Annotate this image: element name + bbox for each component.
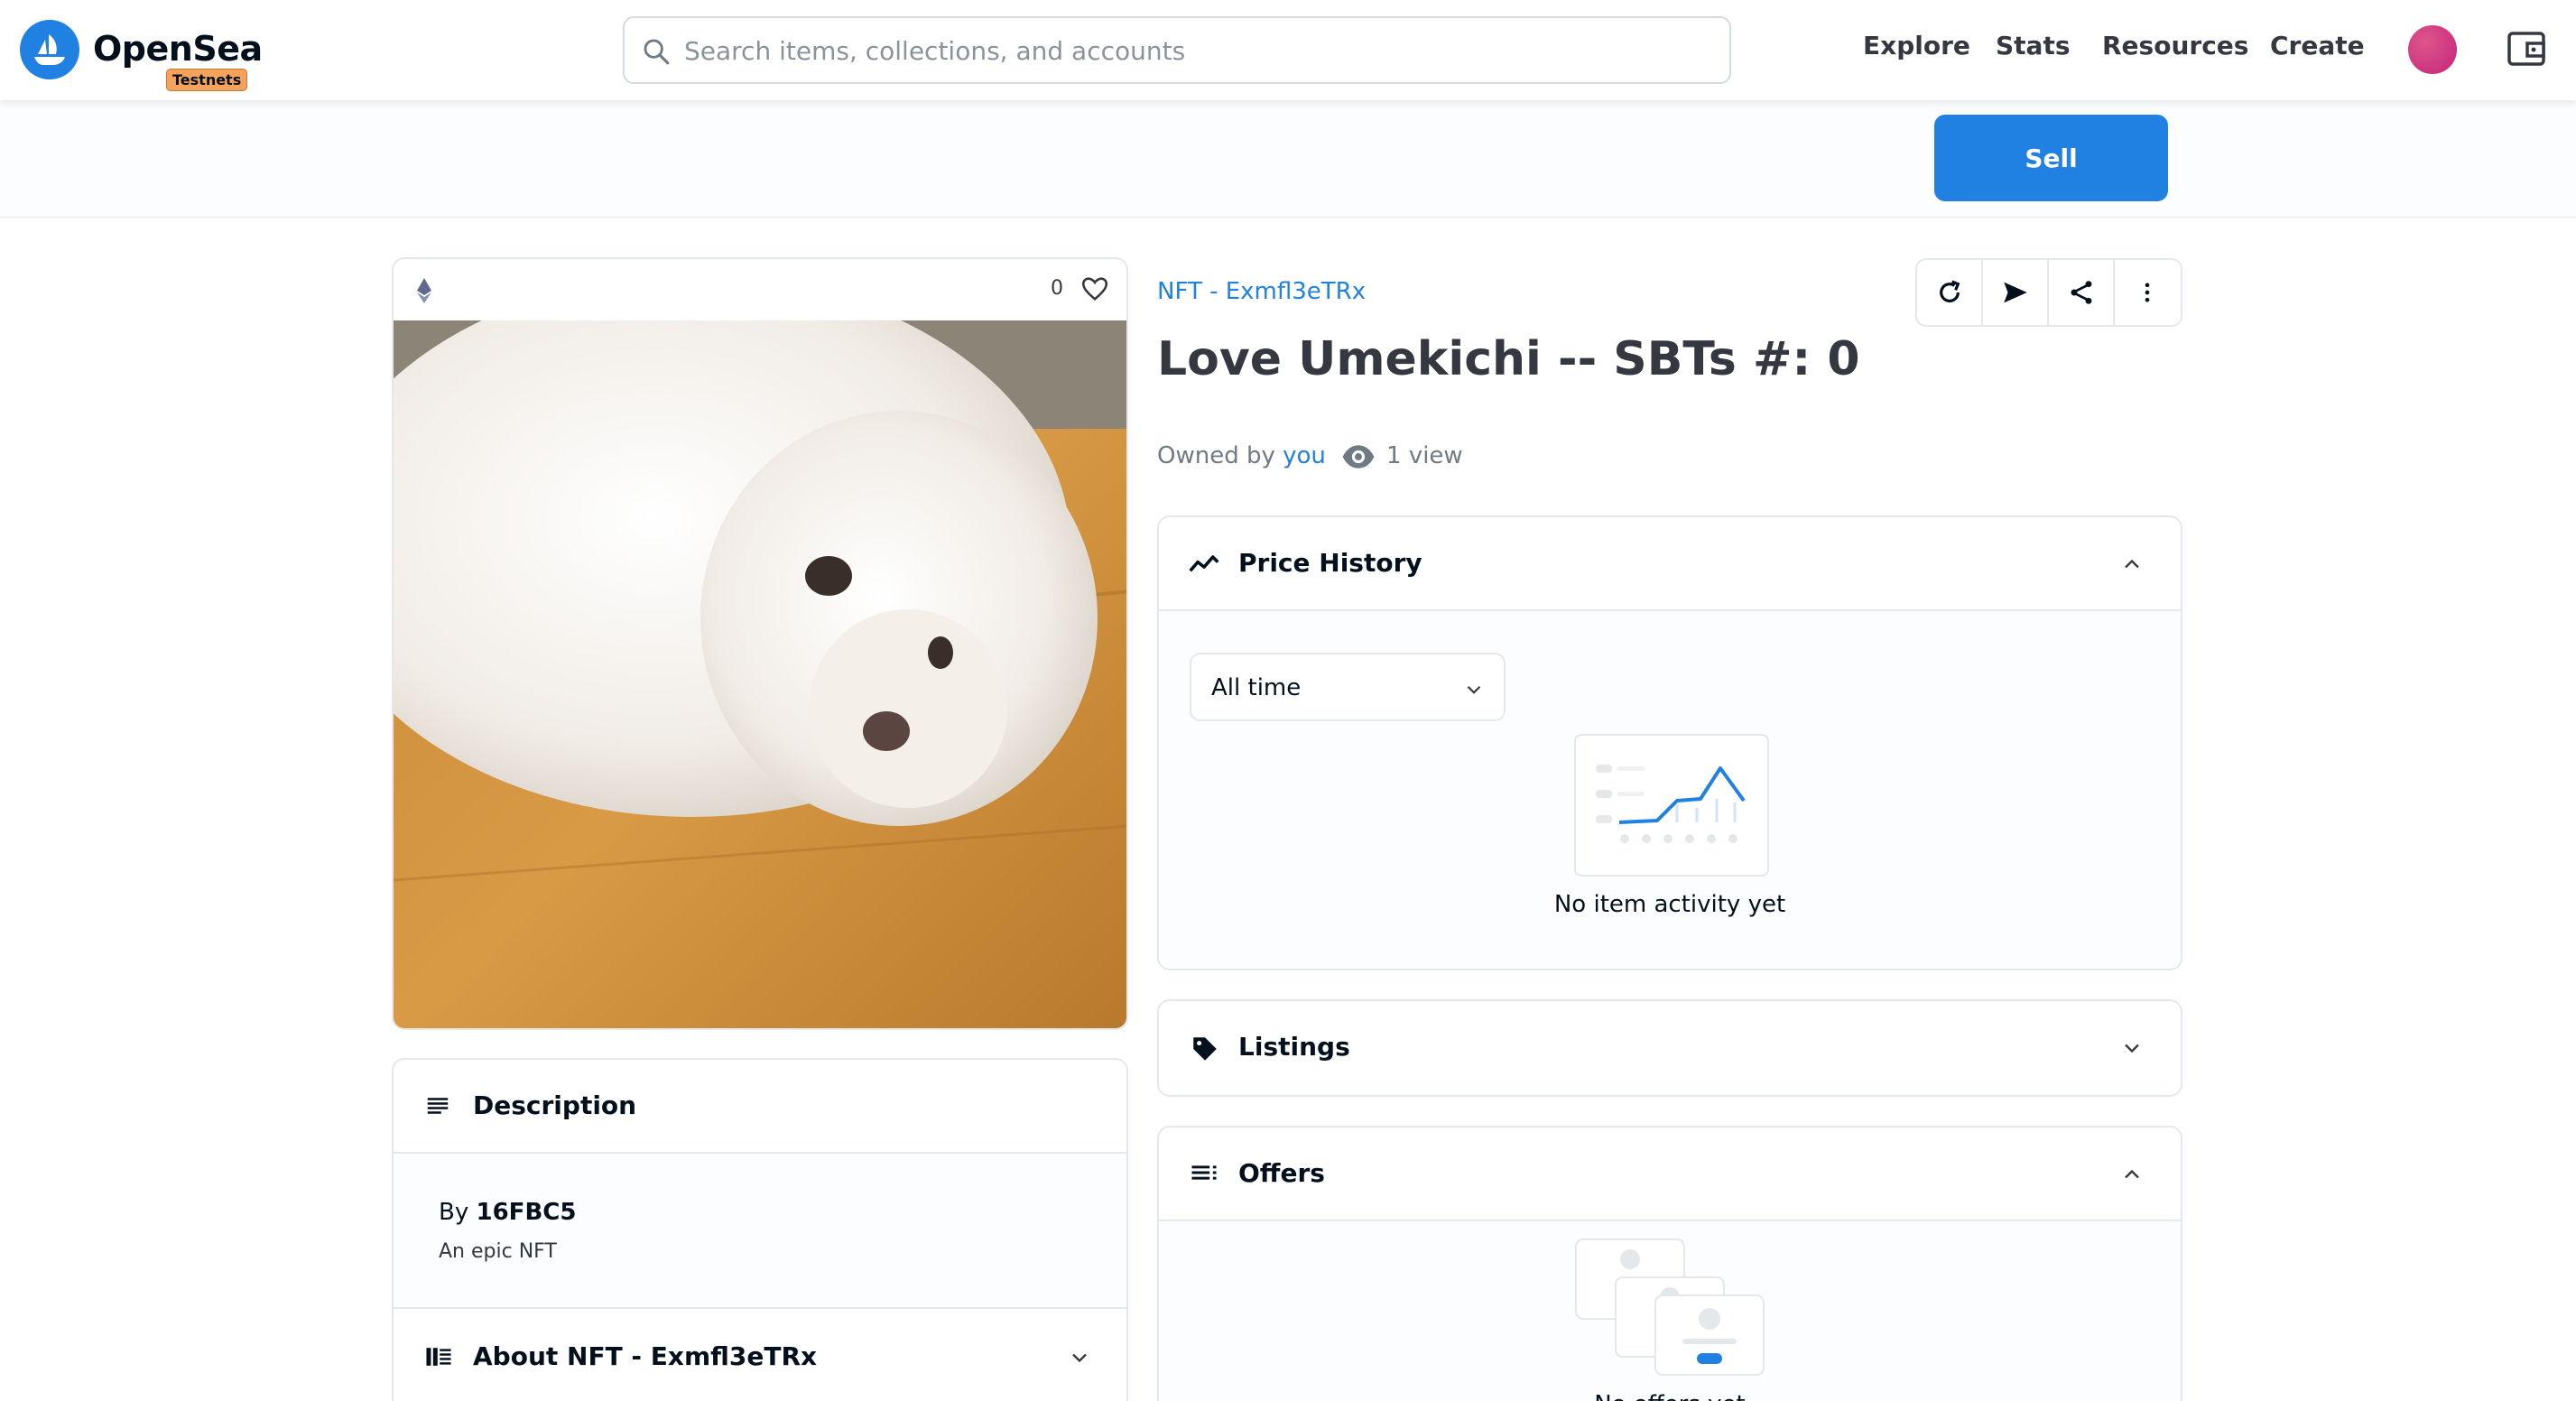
chevron-down-icon — [1072, 1353, 1087, 1363]
price-history-title: Price History — [1238, 548, 1422, 578]
share-button[interactable] — [2049, 260, 2115, 325]
no-offers-text: No offers yet — [1159, 1391, 2181, 1401]
description-text: An epic NFT — [439, 1240, 557, 1263]
search-input[interactable] — [684, 29, 1695, 72]
send-icon — [2003, 282, 2027, 303]
collection-link[interactable]: NFT - Exmfl3eTRx — [1157, 278, 1366, 305]
item-action-toolbar — [1915, 258, 2182, 327]
eye-icon — [1342, 445, 1375, 469]
share-icon — [2071, 281, 2091, 304]
nav-stats[interactable]: Stats — [1996, 31, 2071, 60]
avatar[interactable] — [2408, 25, 2457, 74]
about-title: About NFT - Exmfl3eTRx — [473, 1341, 818, 1371]
owned-by-label: Owned by — [1157, 442, 1275, 469]
wallet-icon[interactable] — [2504, 25, 2551, 72]
trending-line-icon — [1189, 555, 1219, 572]
refresh-button[interactable] — [1917, 260, 1983, 325]
listings-header[interactable]: Listings — [1159, 1001, 2181, 1095]
chevron-down-icon — [1467, 685, 1481, 694]
time-range-value: All time — [1211, 674, 1302, 701]
search-icon — [644, 39, 670, 65]
description-title: Description — [473, 1090, 637, 1120]
about-collection-header[interactable]: About NFT - Exmfl3eTRx — [394, 1311, 1126, 1401]
nft-title: Love Umekichi -- SBTs #: 0 — [1157, 332, 1860, 386]
chevron-up-icon — [2125, 559, 2139, 569]
favorite-count: 0 — [1051, 277, 1063, 300]
offers-panel: Offers No offers yet — [1157, 1126, 2182, 1401]
listings-title: Listings — [1238, 1032, 1350, 1062]
price-history-body: All time No item activity yet — [1159, 611, 2181, 969]
offers-list-icon — [1191, 1165, 1217, 1180]
more-vertical-icon — [2145, 283, 2150, 302]
empty-offers-illustration — [1575, 1239, 1765, 1376]
offers-title: Offers — [1238, 1158, 1325, 1188]
ethereum-icon — [417, 278, 431, 303]
view-count: 1 view — [1386, 442, 1463, 469]
owner-link[interactable]: you — [1283, 442, 1326, 469]
owner-line: Owned by you — [1157, 442, 1326, 469]
brand-name[interactable]: OpenSea — [93, 29, 263, 69]
nft-image[interactable] — [394, 320, 1128, 1030]
nft-image-card: 0 — [392, 257, 1128, 1030]
description-icon — [427, 1098, 449, 1114]
chevron-down-icon — [2125, 1044, 2139, 1053]
transfer-button[interactable] — [1983, 260, 2049, 325]
price-history-panel: Price History All time No item activity … — [1157, 515, 2182, 970]
nav-create[interactable]: Create — [2270, 31, 2365, 60]
refresh-icon — [1939, 280, 1960, 302]
tag-icon — [1193, 1037, 1217, 1061]
testnets-badge: Testnets — [166, 69, 248, 91]
description-body: By 16FBC5 An epic NFT — [394, 1154, 1126, 1309]
search-bar[interactable] — [623, 16, 1731, 84]
offers-header[interactable]: Offers — [1159, 1127, 2181, 1221]
nav-resources[interactable]: Resources — [2102, 31, 2248, 60]
no-activity-text: No item activity yet — [1553, 891, 1786, 918]
chevron-up-icon — [2125, 1169, 2139, 1179]
empty-chart-illustration — [1574, 734, 1769, 877]
listings-panel: Listings — [1157, 999, 2182, 1097]
sell-button[interactable]: Sell — [1934, 115, 2168, 201]
opensea-logo-icon[interactable] — [20, 20, 79, 79]
offers-body: No offers yet — [1159, 1221, 2181, 1401]
creator-name[interactable]: 16FBC5 — [477, 1199, 577, 1226]
description-panel: Description By 16FBC5 An epic NFT About … — [392, 1058, 1128, 1401]
top-nav: OpenSea Testnets Explore Stats Resources… — [0, 0, 2576, 100]
about-icon — [426, 1348, 451, 1366]
owner-action-bar — [0, 100, 2576, 218]
by-prefix: By — [439, 1199, 469, 1226]
image-card-header: 0 — [394, 259, 1126, 320]
more-options-button[interactable] — [2115, 260, 2181, 325]
description-header[interactable]: Description — [394, 1060, 1126, 1154]
creator-line: By 16FBC5 — [439, 1199, 576, 1226]
time-range-select[interactable]: All time — [1190, 653, 1506, 721]
price-history-header[interactable]: Price History — [1159, 517, 2181, 611]
nav-explore[interactable]: Explore — [1863, 31, 1970, 60]
heart-icon[interactable] — [1080, 274, 1110, 304]
